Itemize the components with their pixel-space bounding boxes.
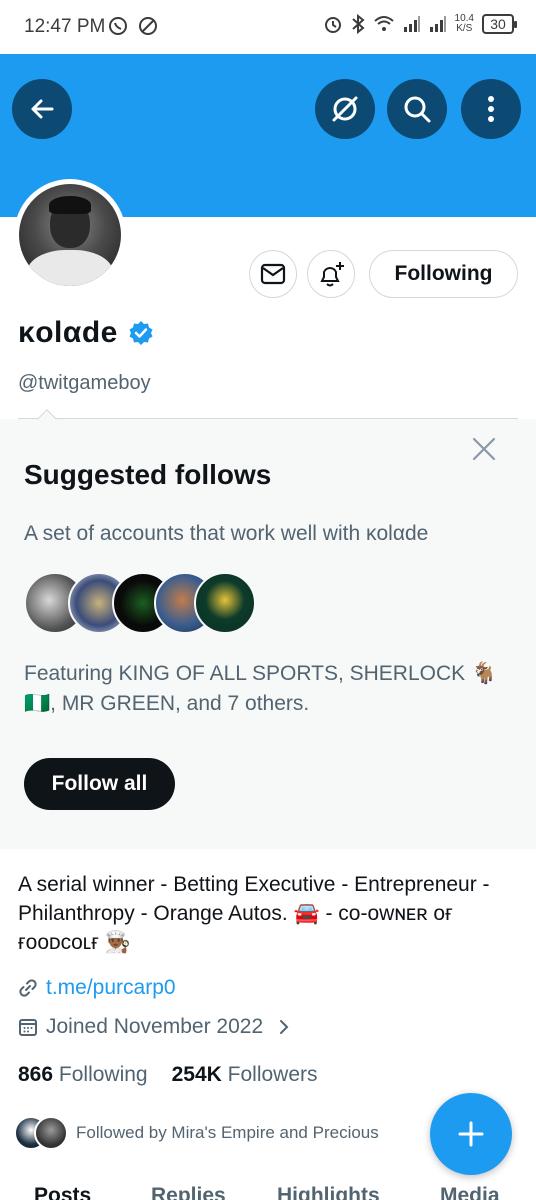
profile-avatar[interactable] [14, 179, 126, 291]
suggested-follows-subtitle: A set of accounts that work well with κo… [24, 522, 429, 545]
search-button[interactable] [387, 79, 447, 139]
suggested-follows-title: Suggested follows [24, 459, 272, 490]
mail-icon [260, 263, 286, 285]
user-handle: @twitgameboy [18, 372, 151, 394]
tab-replies[interactable]: Replies [151, 1184, 226, 1200]
compose-post-button[interactable] [430, 1093, 512, 1175]
plus-icon [458, 1121, 484, 1147]
tab-highlights[interactable]: Highlights [277, 1184, 380, 1200]
more-options-button[interactable] [461, 79, 521, 139]
follow-all-button[interactable]: Follow all [24, 758, 175, 810]
profile-link[interactable]: t.me/purcarp0 [46, 976, 176, 1000]
link-icon [19, 979, 37, 997]
follow-counts: 866 Following 254K Followers [18, 1063, 318, 1087]
followers-count-link[interactable]: 254K Followers [172, 1063, 318, 1087]
search-icon [404, 96, 431, 123]
bell-plus-icon [320, 262, 344, 287]
calendar-icon [19, 1019, 37, 1036]
battery-indicator: 30 [482, 14, 517, 34]
grok-icon [332, 96, 358, 122]
more-vertical-icon [488, 96, 494, 122]
network-speed: 10.4 K/S [454, 13, 474, 34]
profile-link-row[interactable]: t.me/purcarp0 [18, 976, 176, 1000]
status-time: 12:47 PM [24, 16, 106, 37]
divider [18, 418, 518, 419]
whatsapp-icon [109, 17, 127, 35]
avatar-image [19, 184, 121, 286]
tab-posts[interactable]: Posts [34, 1184, 91, 1200]
status-bar: 12:47 PM 10.4 K/S 30 [0, 0, 536, 54]
followed-by-text: Followed by Mira's Empire and Precious [76, 1123, 379, 1142]
joined-date: Joined November 2022 [46, 1015, 264, 1038]
profile-bio: A serial winner - Betting Executive - En… [18, 873, 490, 954]
profile-tabs: Posts Replies Highlights Media [0, 1182, 536, 1200]
display-name-row: κolαde [18, 316, 154, 350]
following-count: 866 [18, 1063, 54, 1086]
verified-badge-icon [129, 321, 153, 345]
joined-row[interactable]: Joined November 2022 [18, 1015, 291, 1039]
notifications-button[interactable] [307, 250, 355, 298]
chevron-right-icon [280, 1020, 289, 1034]
do-not-disturb-icon [139, 17, 157, 35]
close-icon[interactable] [468, 433, 500, 465]
wifi-icon [373, 16, 394, 31]
bluetooth-icon [351, 14, 365, 34]
display-name: κolαde [18, 316, 118, 349]
back-arrow-icon [31, 99, 54, 119]
featuring-text: Featuring KING OF ALL SPORTS, SHERLOCK 🐐… [24, 662, 498, 715]
followers-count: 254K [171, 1063, 222, 1086]
following-count-link[interactable]: 866 Following [18, 1063, 148, 1087]
message-button[interactable] [249, 250, 297, 298]
suggested-avatar-5 [194, 572, 256, 634]
follower-avatar-2 [34, 1116, 68, 1150]
following-button[interactable]: Following [369, 250, 518, 298]
alarm-icon [324, 17, 341, 33]
grok-button[interactable] [315, 79, 375, 139]
tab-media[interactable]: Media [440, 1184, 500, 1200]
signal-icon-2 [429, 16, 446, 32]
signal-icon [403, 16, 420, 32]
suggested-avatars[interactable] [24, 572, 256, 634]
suggested-follows-card: Suggested follows A set of accounts that… [0, 419, 536, 849]
back-button[interactable] [12, 79, 72, 139]
followed-by-row[interactable]: Followed by Mira's Empire and Precious [14, 1116, 379, 1150]
